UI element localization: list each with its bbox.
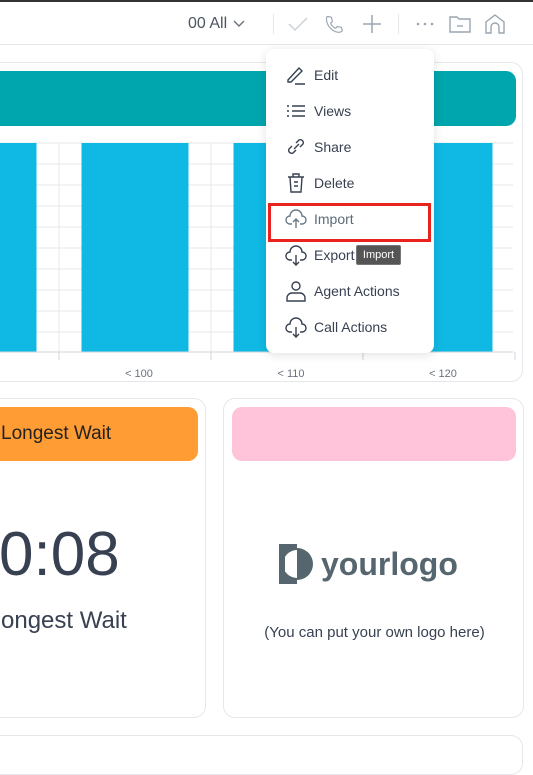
actions-menu: Edit Views Share Delete Import Export Agent Ac… xyxy=(266,49,434,353)
chart-card-header xyxy=(0,71,516,126)
menu-item-label: Call Actions xyxy=(314,319,388,335)
menu-item-label: Edit xyxy=(314,67,339,83)
add-button[interactable] xyxy=(360,2,384,45)
toolbar: 00 All xyxy=(0,2,533,45)
next-card xyxy=(0,735,523,775)
bar xyxy=(0,143,37,352)
menu-item-label: Delete xyxy=(314,175,355,191)
trash-icon xyxy=(288,173,304,193)
longest-wait-label: ongest Wait xyxy=(1,607,127,634)
menu-item-label: Agent Actions xyxy=(314,283,400,299)
longest-wait-card: Longest Wait 0:08 ongest Wait xyxy=(0,398,206,718)
chevron-down-icon xyxy=(233,20,245,27)
divider xyxy=(398,14,399,34)
more-button[interactable] xyxy=(413,2,437,45)
x-tick-label: < 110 xyxy=(277,368,305,380)
logo-card-header xyxy=(232,407,516,461)
view-selector-label: 00 All xyxy=(188,14,228,32)
logo-mark-icon xyxy=(279,544,313,584)
call-button[interactable] xyxy=(322,2,346,45)
cloud-download-icon xyxy=(285,317,307,338)
check-button[interactable] xyxy=(286,2,310,45)
menu-item-edit[interactable]: Edit xyxy=(266,57,434,93)
home-icon xyxy=(485,13,505,34)
menu-item-label: Export xyxy=(314,247,355,263)
menu-item-views[interactable]: Views xyxy=(266,93,434,129)
phone-icon xyxy=(325,15,343,33)
longest-wait-title: Longest Wait xyxy=(1,423,112,444)
longest-wait-value: 0:08 xyxy=(0,520,120,589)
x-tick-label: < 100 xyxy=(125,368,153,380)
list-icon xyxy=(287,105,305,117)
menu-item-call-actions[interactable]: Call Actions xyxy=(266,309,434,345)
x-tick-label: < 120 xyxy=(429,368,457,380)
user-icon xyxy=(286,281,306,302)
folder-icon xyxy=(449,15,471,33)
logo: yourlogo xyxy=(279,544,458,584)
bar xyxy=(81,143,189,352)
link-icon xyxy=(288,139,304,154)
menu-item-delete[interactable]: Delete xyxy=(266,165,434,201)
plus-icon xyxy=(363,14,381,33)
check-icon xyxy=(288,16,308,31)
cloud-download-icon xyxy=(285,245,307,266)
menu-item-export[interactable]: Export xyxy=(266,237,434,273)
tooltip: Import xyxy=(356,245,401,265)
logo-card: yourlogo (You can put your own logo here… xyxy=(223,398,524,718)
menu-item-label: Views xyxy=(314,103,352,119)
logo-text: yourlogo xyxy=(321,545,458,582)
more-icon xyxy=(416,22,434,25)
folder-button[interactable] xyxy=(448,2,472,45)
divider xyxy=(273,14,274,34)
logo-caption: (You can put your own logo here) xyxy=(264,624,485,641)
pencil-icon xyxy=(287,66,305,85)
menu-item-agent-actions[interactable]: Agent Actions xyxy=(266,273,434,309)
home-button[interactable] xyxy=(483,2,507,45)
view-selector[interactable]: 00 All xyxy=(188,2,245,45)
menu-item-share[interactable]: Share xyxy=(266,129,434,165)
import-highlight xyxy=(268,203,431,242)
menu-item-label: Share xyxy=(314,139,352,155)
